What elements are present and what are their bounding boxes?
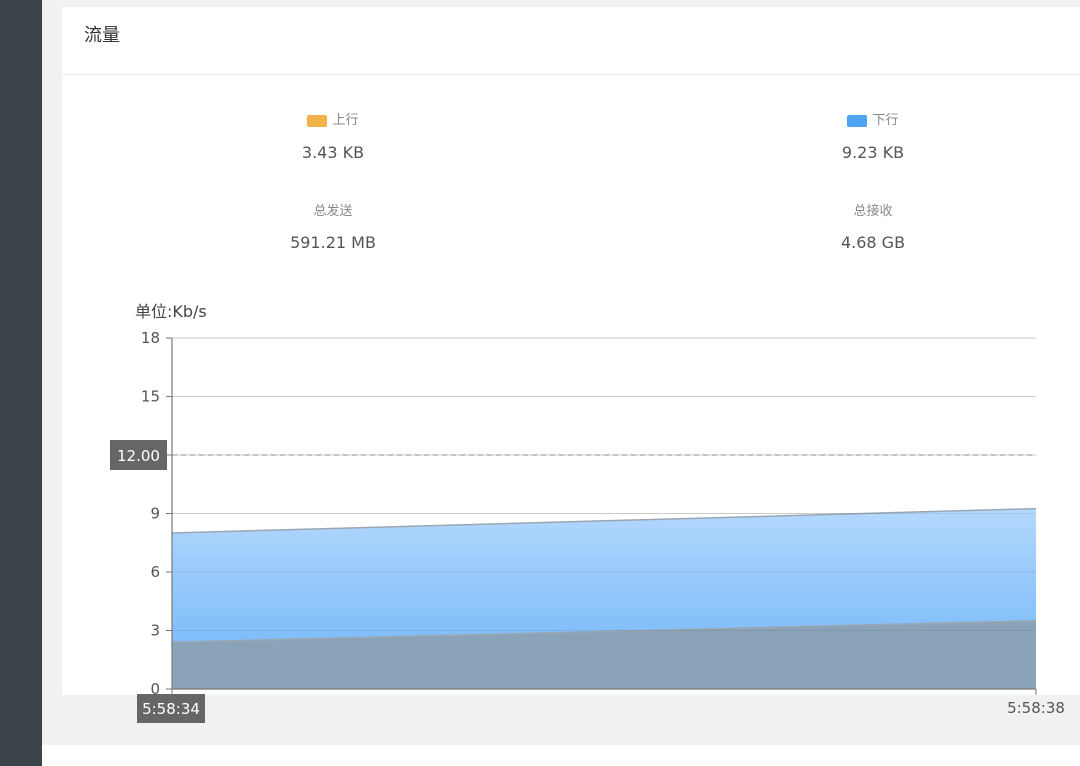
x-tick-label: 5:58:38 <box>1007 699 1065 717</box>
y-tick-label: 3 <box>150 622 160 640</box>
y-tick-label: 18 <box>141 329 160 347</box>
pointer-y-value: 12.00 <box>117 447 160 465</box>
pointer-x-value: 5:58:34 <box>142 700 200 718</box>
y-tick-label: 15 <box>141 388 160 406</box>
traffic-chart[interactable]: 03691215185:58:3812.005:58:34 <box>0 0 1080 766</box>
y-tick-label: 6 <box>150 563 160 581</box>
y-tick-label: 9 <box>150 505 160 523</box>
